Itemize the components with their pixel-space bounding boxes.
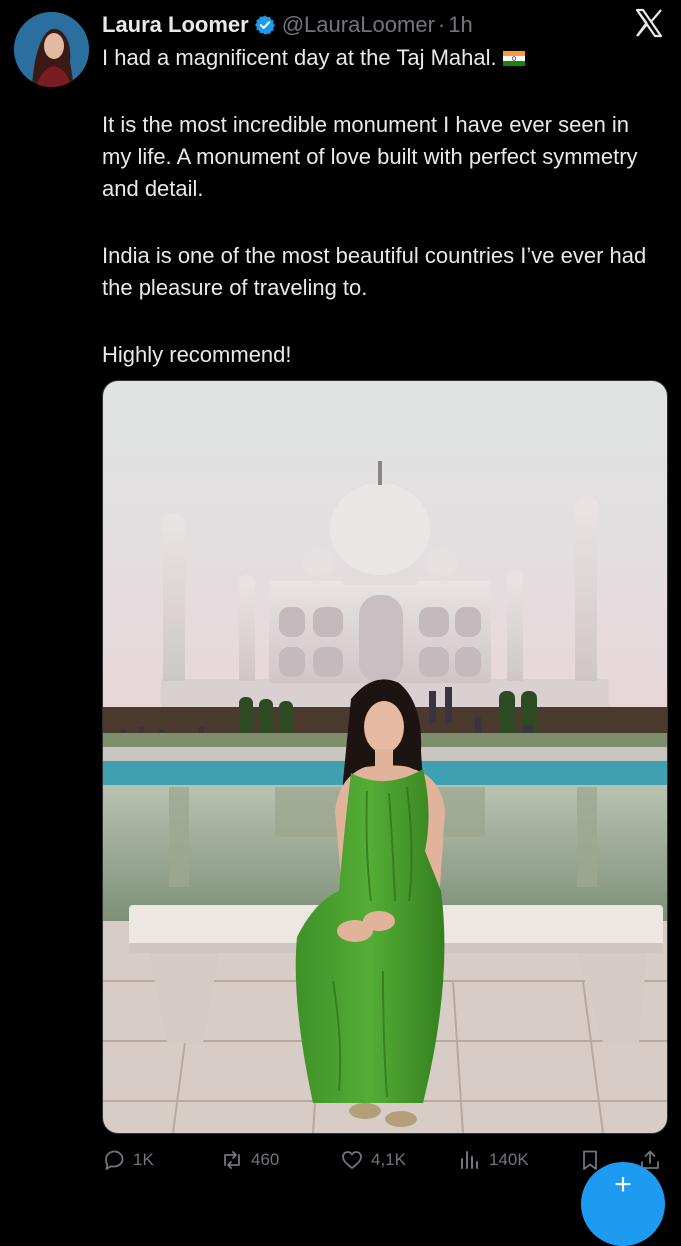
tweet-header: Laura Loomer @LauraLoomer · 1h bbox=[102, 10, 473, 40]
like-button[interactable]: 4,1K bbox=[340, 1144, 406, 1176]
verified-badge-icon bbox=[254, 15, 275, 35]
views-button[interactable]: 140K bbox=[458, 1144, 529, 1176]
author-name[interactable]: Laura Loomer bbox=[102, 12, 249, 38]
reply-count: 1K bbox=[133, 1150, 154, 1169]
tweet-paragraph-2: It is the most incredible monument I hav… bbox=[102, 112, 638, 201]
reply-icon bbox=[105, 1150, 124, 1170]
views-icon bbox=[461, 1151, 478, 1169]
author-handle[interactable]: @LauraLoomer bbox=[282, 12, 435, 38]
repost-count: 460 bbox=[251, 1150, 280, 1169]
compose-plus-icon: + bbox=[614, 1168, 632, 1201]
taj-mahal-photo bbox=[103, 381, 667, 1133]
reply-button[interactable]: 1K bbox=[102, 1144, 154, 1176]
avatar-image bbox=[14, 12, 89, 87]
tweet-paragraph-3: India is one of the most beautiful count… bbox=[102, 243, 647, 300]
repost-button[interactable]: 460 bbox=[220, 1144, 279, 1176]
tweet-text: I had a magnificent day at the Taj Mahal… bbox=[102, 42, 662, 371]
tweet-photo[interactable] bbox=[102, 380, 668, 1134]
heart-icon bbox=[342, 1151, 362, 1169]
separator-dot: · bbox=[437, 12, 446, 37]
india-flag-icon bbox=[502, 51, 525, 66]
compose-button[interactable]: + bbox=[581, 1162, 665, 1246]
timestamp[interactable]: 1h bbox=[448, 12, 472, 38]
tweet-paragraph-4: Highly recommend! bbox=[102, 342, 292, 367]
repost-icon bbox=[224, 1151, 240, 1169]
views-count: 140K bbox=[489, 1150, 529, 1169]
tweet-line-1-text: I had a magnificent day at the Taj Mahal… bbox=[102, 45, 497, 70]
tweet-line-1: I had a magnificent day at the Taj Mahal… bbox=[102, 42, 662, 74]
x-logo-icon bbox=[635, 8, 663, 38]
like-count: 4,1K bbox=[371, 1150, 406, 1169]
avatar[interactable] bbox=[14, 12, 89, 87]
